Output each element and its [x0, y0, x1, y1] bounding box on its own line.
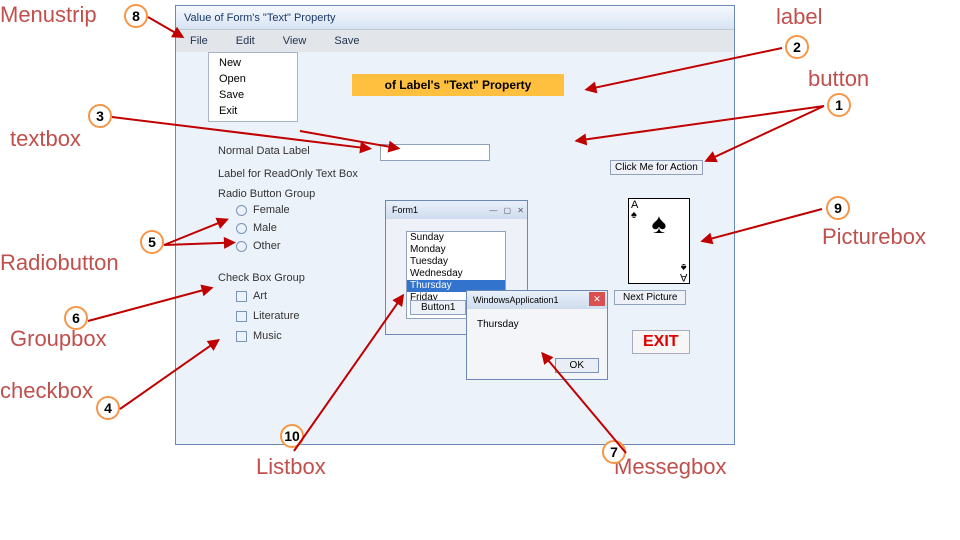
menu-item-open[interactable]: Open	[209, 71, 297, 87]
ann-button: button	[808, 66, 869, 92]
radio-group-title: Radio Button Group	[218, 188, 315, 200]
callout-3: 3	[88, 104, 112, 128]
messagebox-body: Thursday	[467, 309, 607, 340]
exit-button[interactable]: EXIT	[632, 330, 690, 354]
callout-4: 4	[96, 396, 120, 420]
radio-male[interactable]: Male	[236, 222, 277, 234]
check-lit[interactable]: Literature	[236, 310, 299, 322]
callout-10: 10	[280, 424, 304, 448]
window-controls-icon[interactable]: — ▢ ✕	[489, 202, 526, 220]
ann-messagebox: Messegbox	[614, 454, 727, 480]
data-label: Normal Data Label	[218, 145, 310, 157]
ann-radiobutton: Radiobutton	[0, 250, 119, 276]
menu-view[interactable]: View	[269, 35, 321, 47]
callout-1: 1	[827, 93, 851, 117]
callout-5: 5	[140, 230, 164, 254]
callout-6: 6	[64, 306, 88, 330]
menu-item-new[interactable]: New	[209, 55, 297, 71]
callout-9: 9	[826, 196, 850, 220]
callout-7: 7	[602, 440, 626, 464]
next-picture-button[interactable]: Next Picture	[614, 290, 686, 305]
menu-edit[interactable]: Edit	[222, 35, 269, 47]
radio-female[interactable]: Female	[236, 204, 290, 216]
check-art[interactable]: Art	[236, 290, 267, 302]
close-icon[interactable]: ✕	[589, 292, 605, 306]
list-item[interactable]: Wednesday	[407, 268, 505, 280]
highlight-label: of Label's "Text" Property	[352, 74, 564, 96]
messagebox: WindowsApplication1✕ Thursday OK	[466, 290, 608, 380]
callout-8: 8	[124, 4, 148, 28]
button1[interactable]: Button1	[410, 300, 466, 315]
messagebox-title: WindowsApplication1✕	[467, 291, 607, 309]
menu-item-exit[interactable]: Exit	[209, 103, 297, 119]
window-title: Value of Form's "Text" Property	[176, 6, 734, 30]
ann-textbox: textbox	[10, 126, 81, 152]
readonly-label: Label for ReadOnly Text Box	[218, 168, 358, 180]
list-item[interactable]: Tuesday	[407, 256, 505, 268]
check-group-title: Check Box Group	[218, 272, 305, 284]
ann-menustrip: Menustrip	[0, 2, 97, 28]
check-music[interactable]: Music	[236, 330, 282, 342]
ann-groupbox: Groupbox	[10, 326, 107, 352]
radio-other[interactable]: Other	[236, 240, 281, 252]
menu-item-save[interactable]: Save	[209, 87, 297, 103]
listbox-window-title: Form1— ▢ ✕	[386, 201, 527, 219]
ann-picturebox: Picturebox	[822, 224, 926, 250]
menustrip[interactable]: File Edit View Save	[176, 30, 734, 52]
menu-save[interactable]: Save	[320, 35, 373, 47]
ok-button[interactable]: OK	[555, 358, 599, 373]
picturebox: A♠ ♠ A♠	[628, 198, 690, 284]
ann-listbox: Listbox	[256, 454, 326, 480]
ann-checkbox: checkbox	[0, 378, 93, 404]
list-item[interactable]: Sunday	[407, 232, 505, 244]
ann-label: label	[776, 4, 822, 30]
callout-2: 2	[785, 35, 809, 59]
file-dropdown[interactable]: New Open Save Exit	[208, 52, 298, 122]
action-button[interactable]: Click Me for Action	[610, 160, 703, 175]
list-item[interactable]: Monday	[407, 244, 505, 256]
